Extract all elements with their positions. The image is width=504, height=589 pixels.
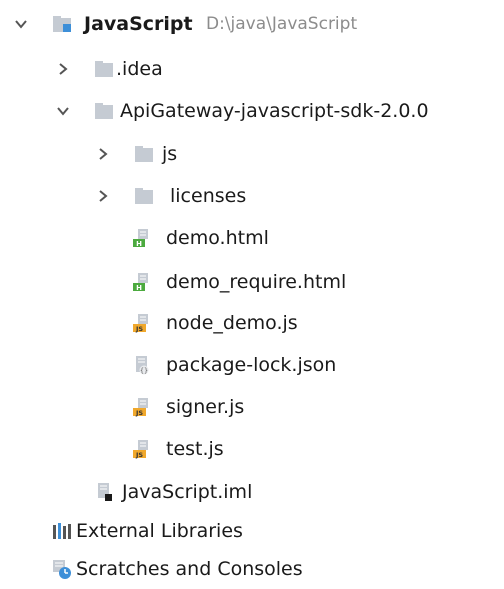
tree-row-sdk[interactable]: ApiGateway-javascript-sdk-2.0.0	[0, 91, 504, 131]
tree-row-demo-require[interactable]: H demo_require.html	[0, 262, 504, 302]
file-label: JavaScript.iml	[122, 481, 253, 503]
file-label: demo.html	[166, 227, 269, 249]
tree-row-js-folder[interactable]: js	[0, 134, 504, 174]
json-file-icon: {}	[132, 355, 152, 375]
tree-label: Scratches and Consoles	[76, 558, 303, 580]
file-label: package-lock.json	[166, 354, 337, 376]
svg-text:JS: JS	[135, 409, 143, 417]
folder-icon	[94, 101, 114, 121]
tree-row-project-root[interactable]: JavaScript D:\java\JavaScript	[0, 4, 504, 44]
folder-icon	[134, 144, 154, 164]
file-label: signer.js	[166, 396, 245, 418]
file-label: demo_require.html	[166, 271, 347, 293]
svg-text:H: H	[136, 284, 142, 292]
chevron-right-icon[interactable]	[96, 147, 110, 161]
tree-row-node-demo[interactable]: JS node_demo.js	[0, 303, 504, 343]
folder-label: js	[162, 143, 178, 165]
svg-text:{}: {}	[140, 367, 148, 375]
project-name: JavaScript	[84, 13, 193, 35]
tree-row-iml[interactable]: JavaScript.iml	[0, 472, 504, 512]
tree-row-test[interactable]: JS test.js	[0, 429, 504, 469]
libraries-icon	[52, 521, 72, 541]
tree-row-scratches[interactable]: Scratches and Consoles	[0, 549, 504, 589]
folder-icon	[94, 59, 114, 79]
tree-row-package-lock[interactable]: {} package-lock.json	[0, 345, 504, 385]
chevron-right-icon[interactable]	[56, 62, 70, 76]
folder-label: licenses	[170, 185, 247, 207]
project-path: D:\java\JavaScript	[206, 14, 358, 34]
module-folder-icon	[52, 14, 72, 34]
iml-file-icon	[94, 482, 114, 502]
tree-label: External Libraries	[76, 520, 243, 542]
chevron-down-icon[interactable]	[14, 17, 28, 31]
tree-row-demo-html[interactable]: H demo.html	[0, 218, 504, 258]
tree-row-external-libraries[interactable]: External Libraries	[0, 511, 504, 551]
js-file-icon: JS	[132, 397, 152, 417]
scratches-icon	[52, 559, 72, 579]
folder-label: .idea	[116, 58, 163, 80]
folder-label: ApiGateway-javascript-sdk-2.0.0	[120, 100, 429, 122]
js-file-icon: JS	[132, 313, 152, 333]
svg-text:JS: JS	[135, 325, 143, 333]
html-file-icon: H	[132, 228, 152, 248]
chevron-right-icon[interactable]	[96, 189, 110, 203]
folder-icon	[134, 186, 154, 206]
file-label: test.js	[166, 438, 224, 460]
svg-text:JS: JS	[135, 451, 143, 459]
js-file-icon: JS	[132, 439, 152, 459]
tree-row-signer[interactable]: JS signer.js	[0, 387, 504, 427]
tree-row-licenses[interactable]: licenses	[0, 176, 504, 216]
html-file-icon: H	[132, 272, 152, 292]
chevron-down-icon[interactable]	[56, 104, 70, 118]
tree-row-idea[interactable]: .idea	[0, 49, 504, 89]
svg-text:H: H	[136, 240, 142, 248]
file-label: node_demo.js	[166, 312, 298, 334]
